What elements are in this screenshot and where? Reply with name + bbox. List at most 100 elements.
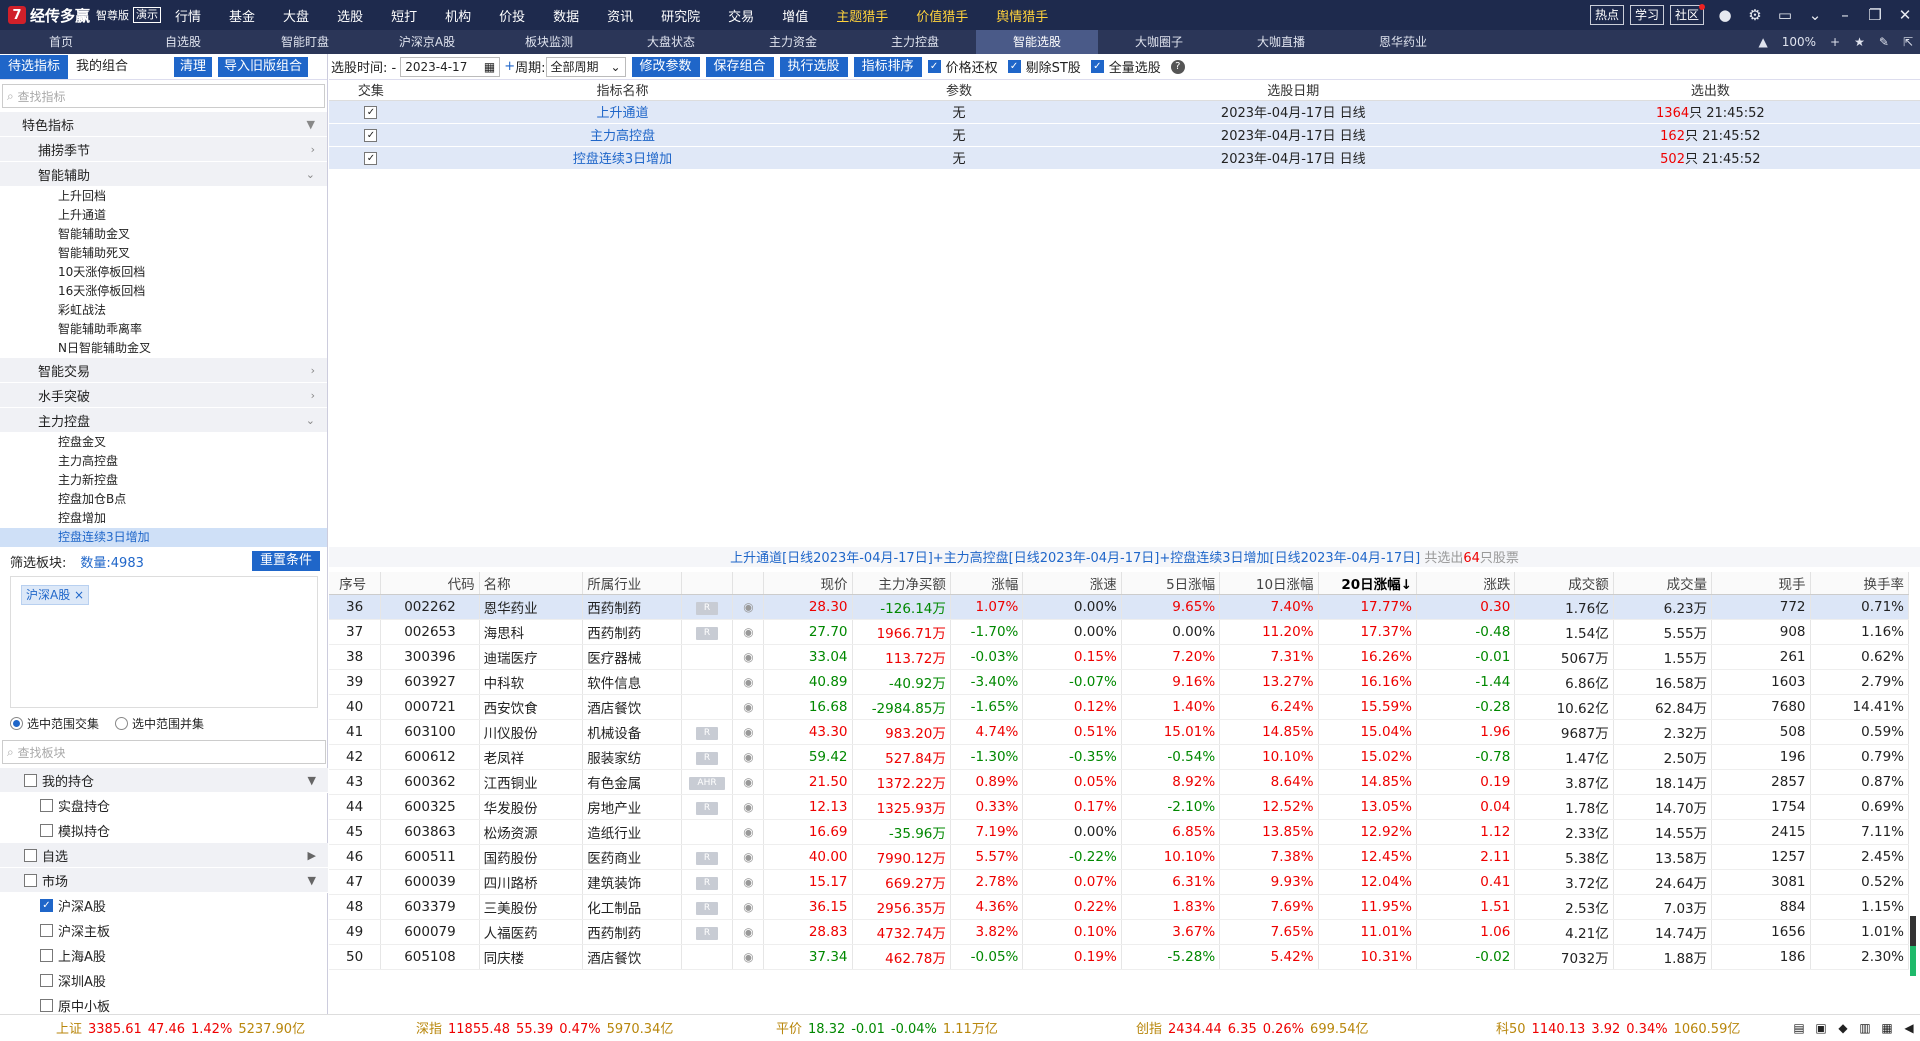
stock-name[interactable]: 迪瑞医疗 bbox=[479, 644, 583, 669]
eye-icon[interactable]: ◉ bbox=[743, 675, 753, 689]
stock-name[interactable]: 海思科 bbox=[479, 619, 583, 644]
index-item[interactable]: 平价18.32-0.01-0.04%1.11万亿 bbox=[776, 1018, 1126, 1037]
period-select[interactable]: 全部周期⌄ bbox=[546, 57, 626, 77]
intersection-radio[interactable] bbox=[10, 717, 23, 730]
union-radio[interactable] bbox=[115, 717, 128, 730]
condition-row[interactable]: ✓控盘连续3日增加无2023年-04月-17日 日线502只 21:45:52 bbox=[329, 146, 1920, 169]
stock-name[interactable]: 同庆楼 bbox=[479, 944, 583, 969]
compass-icon[interactable]: ◆ bbox=[1832, 1021, 1854, 1035]
stock-code[interactable]: 600511 bbox=[381, 844, 479, 869]
stock-code[interactable]: 002262 bbox=[381, 594, 479, 619]
community-button[interactable]: 社区 bbox=[1670, 5, 1704, 25]
calendar-icon[interactable]: ▦ bbox=[484, 60, 495, 74]
tab-item[interactable]: 智能选股 bbox=[976, 30, 1098, 54]
table-row[interactable]: 46600511国药股份医药商业R◉40.007990.12万5.57%-0.2… bbox=[329, 844, 1909, 869]
hot-button[interactable]: 热点 bbox=[1590, 5, 1624, 25]
menu-item[interactable]: 数据 bbox=[553, 6, 579, 25]
column-header[interactable] bbox=[681, 572, 733, 594]
table-row[interactable]: 45603863松炀资源造纸行业◉16.69-35.96万7.19%0.00%6… bbox=[329, 819, 1909, 844]
column-header[interactable]: 主力净买额 bbox=[852, 572, 950, 594]
menu-item-special[interactable]: 主题猎手 bbox=[836, 6, 888, 25]
index-item[interactable]: 科501140.133.920.34%1060.59亿 bbox=[1496, 1018, 1740, 1037]
signal-icon[interactable]: ▦ bbox=[1876, 1021, 1898, 1035]
intersect-checkbox[interactable]: ✓ bbox=[364, 106, 377, 119]
checkbox[interactable] bbox=[24, 849, 37, 862]
stock-code[interactable]: 002653 bbox=[381, 619, 479, 644]
eye-icon[interactable]: ◉ bbox=[743, 600, 753, 614]
close-icon[interactable]: ✕ bbox=[1890, 6, 1920, 24]
column-header[interactable]: 所属行业 bbox=[583, 572, 681, 594]
tab-item[interactable]: 板块监测 bbox=[488, 30, 610, 54]
modify-params-button[interactable]: 修改参数 bbox=[632, 57, 700, 77]
add-icon[interactable]: + bbox=[504, 59, 515, 74]
table-row[interactable]: 38300396迪瑞医疗医疗器械◉33.04113.72万-0.03%0.15%… bbox=[329, 644, 1909, 669]
column-header[interactable]: 涨速 bbox=[1023, 572, 1121, 594]
column-header[interactable]: 20日涨幅↓ bbox=[1318, 572, 1416, 594]
tree-leaf[interactable]: 16天涨停板回档 bbox=[0, 282, 327, 301]
condition-row[interactable]: ✓上升通道无2023年-04月-17日 日线1364只 21:45:52 bbox=[329, 100, 1920, 123]
menu-item[interactable]: 基金 bbox=[229, 6, 255, 25]
column-header[interactable]: 现手 bbox=[1712, 572, 1810, 594]
board-tag[interactable]: 沪深A股 × bbox=[21, 585, 89, 605]
menu-item[interactable]: 研究院 bbox=[661, 6, 700, 25]
indicator-name[interactable]: 控盘连续3日增加 bbox=[413, 146, 832, 169]
tree-leaf[interactable]: 控盘连续3日增加 bbox=[0, 528, 327, 547]
learn-button[interactable]: 学习 bbox=[1630, 5, 1664, 25]
indicator-search-input[interactable]: ⌕ 查找指标 bbox=[2, 84, 325, 108]
eye-icon[interactable]: ◉ bbox=[743, 775, 753, 789]
column-header[interactable]: 涨幅 bbox=[950, 572, 1023, 594]
tree-group[interactable]: 智能辅助⌄ bbox=[0, 162, 327, 187]
stock-code[interactable]: 600079 bbox=[381, 919, 479, 944]
exclude-st-checkbox[interactable]: ✓剔除ST股 bbox=[1008, 57, 1081, 76]
checkbox[interactable] bbox=[40, 924, 53, 937]
tree-group[interactable]: 捕捞季节› bbox=[0, 137, 327, 162]
tree-leaf[interactable]: 智能辅助死叉 bbox=[0, 244, 327, 263]
eye-icon[interactable]: ◉ bbox=[743, 875, 753, 889]
column-header[interactable]: 5日涨幅 bbox=[1121, 572, 1219, 594]
column-header[interactable]: 成交量 bbox=[1613, 572, 1711, 594]
tree-leaf[interactable]: 主力新控盘 bbox=[0, 471, 327, 490]
star-icon[interactable]: ★ bbox=[1854, 35, 1865, 49]
tree-leaf[interactable]: 控盘金叉 bbox=[0, 433, 327, 452]
eye-icon[interactable]: ◉ bbox=[743, 950, 753, 964]
tab-item[interactable]: 大咖圈子 bbox=[1098, 30, 1220, 54]
board-item[interactable]: 上海A股 bbox=[0, 943, 328, 968]
tag-close-icon[interactable]: × bbox=[74, 588, 84, 602]
index-item[interactable]: 深指11855.4855.390.47%5970.34亿 bbox=[416, 1018, 766, 1037]
stock-name[interactable]: 四川路桥 bbox=[479, 869, 583, 894]
up-arrow-icon[interactable]: ▲ bbox=[1759, 35, 1768, 49]
board-item[interactable]: ✓沪深A股 bbox=[0, 893, 328, 918]
column-header[interactable]: 10日涨幅 bbox=[1220, 572, 1318, 594]
column-header[interactable]: 序号 bbox=[329, 572, 381, 594]
menu-item[interactable]: 交易 bbox=[728, 6, 754, 25]
stock-name[interactable]: 三美股份 bbox=[479, 894, 583, 919]
menu-item[interactable]: 行情 bbox=[175, 6, 201, 25]
stock-name[interactable]: 老凤祥 bbox=[479, 744, 583, 769]
column-header[interactable] bbox=[733, 572, 764, 594]
column-header[interactable]: 代码 bbox=[381, 572, 479, 594]
table-row[interactable]: 49600079人福医药西药制药R◉28.834732.74万3.82%0.10… bbox=[329, 919, 1909, 944]
stock-name[interactable]: 西安饮食 bbox=[479, 694, 583, 719]
table-row[interactable]: 44600325华发股份房地产业R◉12.131325.93万0.33%0.17… bbox=[329, 794, 1909, 819]
checkbox[interactable]: ✓ bbox=[40, 899, 53, 912]
board-group[interactable]: 自选▶ bbox=[0, 843, 328, 868]
stock-name[interactable]: 国药股份 bbox=[479, 844, 583, 869]
tree-leaf[interactable]: 控盘加仓B点 bbox=[0, 490, 327, 509]
stock-code[interactable]: 300396 bbox=[381, 644, 479, 669]
menu-item[interactable]: 资讯 bbox=[607, 6, 633, 25]
window-icon[interactable]: ▭ bbox=[1770, 6, 1800, 24]
tree-leaf[interactable]: 主力高控盘 bbox=[0, 452, 327, 471]
run-pick-button[interactable]: 执行选股 bbox=[780, 57, 848, 77]
stock-name[interactable]: 恩华药业 bbox=[479, 594, 583, 619]
calculator-icon[interactable]: ▤ bbox=[1788, 1021, 1810, 1035]
column-header[interactable]: 换手率 bbox=[1810, 572, 1908, 594]
tree-group[interactable]: 主力控盘⌄ bbox=[0, 408, 327, 433]
table-row[interactable]: 47600039四川路桥建筑装饰R◉15.17669.27万2.78%0.07%… bbox=[329, 869, 1909, 894]
sort-indicators-button[interactable]: 指标排序 bbox=[854, 57, 922, 77]
table-row[interactable]: 37002653海思科西药制药R◉27.701966.71万-1.70%0.00… bbox=[329, 619, 1909, 644]
checkbox[interactable] bbox=[40, 974, 53, 987]
eye-icon[interactable]: ◉ bbox=[743, 650, 753, 664]
indicator-name[interactable]: 主力高控盘 bbox=[413, 123, 832, 146]
board-item[interactable]: 模拟持仓 bbox=[0, 818, 328, 843]
board-group[interactable]: 我的持仓▼ bbox=[0, 768, 328, 793]
